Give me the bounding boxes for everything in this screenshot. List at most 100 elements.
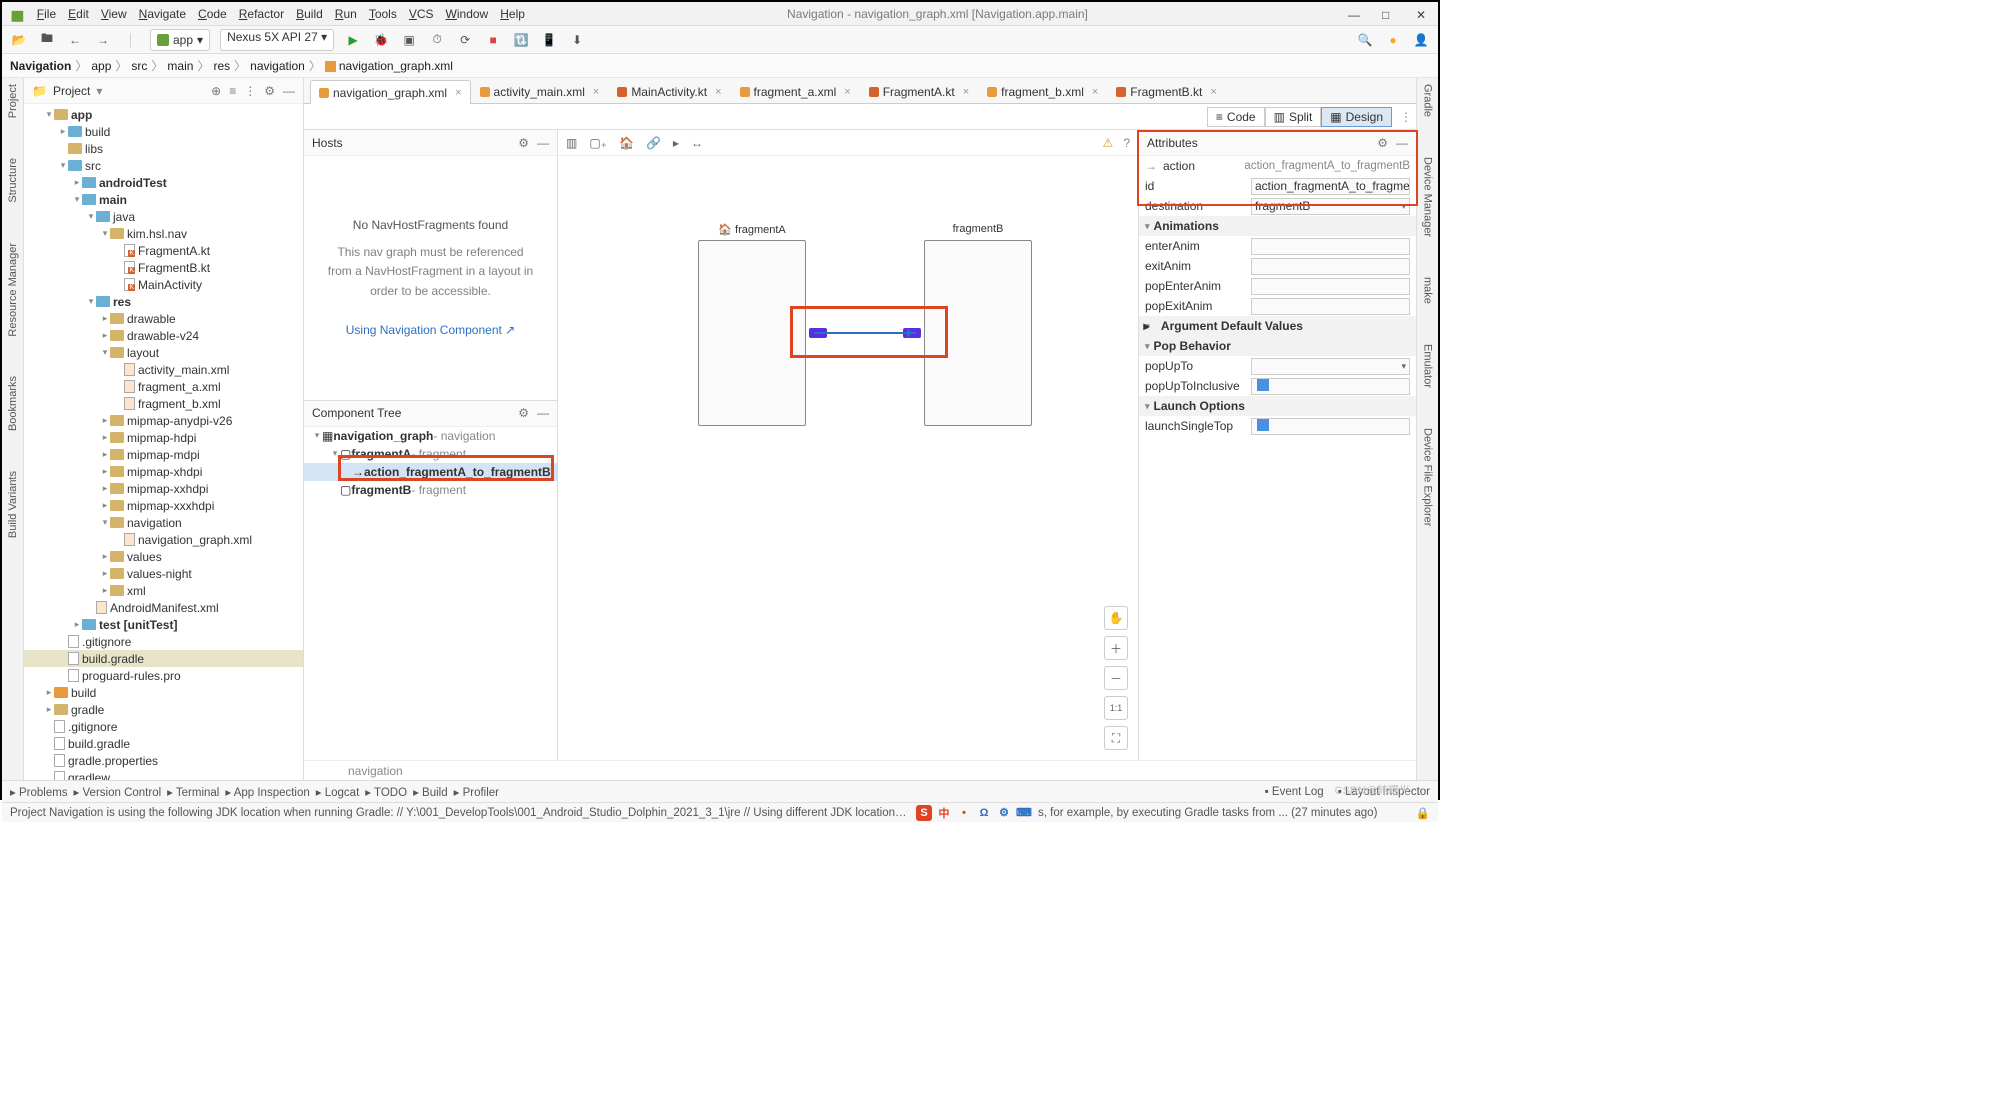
collapse-all-icon[interactable]: ≡ bbox=[229, 84, 236, 98]
tree-node[interactable]: ▸values bbox=[24, 548, 303, 565]
bottom-tab-terminal[interactable]: ▸ Terminal bbox=[167, 787, 219, 799]
close-tab-icon[interactable]: × bbox=[963, 86, 969, 98]
attr-popupto-field[interactable] bbox=[1251, 358, 1410, 375]
project-tree[interactable]: ▾app▸buildlibs▾src▸androidTest▾main▾java… bbox=[24, 104, 303, 780]
tree-node[interactable]: ▸build bbox=[24, 123, 303, 140]
tree-node[interactable]: ▾res bbox=[24, 293, 303, 310]
component-tree-collapse-icon[interactable]: — bbox=[537, 406, 549, 420]
tree-node[interactable]: ▸test [unitTest] bbox=[24, 616, 303, 633]
attr-argdefault-section[interactable]: ▸ Argument Default Values bbox=[1139, 316, 1416, 336]
coverage-button[interactable]: ▣ bbox=[400, 31, 418, 49]
menu-run[interactable]: Run bbox=[335, 7, 357, 21]
tree-node[interactable]: AndroidManifest.xml bbox=[24, 599, 303, 616]
tree-node[interactable]: ▸mipmap-xxhdpi bbox=[24, 480, 303, 497]
action-arrow[interactable] bbox=[814, 332, 916, 334]
minimize-button[interactable]: — bbox=[1348, 8, 1360, 20]
hosts-settings-icon[interactable]: ⚙ bbox=[518, 136, 529, 150]
bottom-tab-build[interactable]: ▸ Build bbox=[413, 787, 448, 799]
pan-tool-button[interactable]: ✋ bbox=[1104, 606, 1128, 630]
tree-node[interactable]: FragmentA.kt bbox=[24, 242, 303, 259]
back-icon[interactable]: ← bbox=[66, 31, 84, 49]
tree-node[interactable]: fragment_b.xml bbox=[24, 395, 303, 412]
menu-tools[interactable]: Tools bbox=[369, 7, 397, 21]
tabs-more-icon[interactable]: ⋮ bbox=[1400, 110, 1412, 124]
code-mode-button[interactable]: ≡ Code bbox=[1207, 107, 1265, 127]
design-mode-button[interactable]: ▦ Design bbox=[1321, 107, 1392, 127]
tree-node[interactable]: ▸xml bbox=[24, 582, 303, 599]
tree-node[interactable]: ▾layout bbox=[24, 344, 303, 361]
right-gutter-gradle[interactable]: Gradle bbox=[1422, 84, 1434, 117]
attr-launchsingletop-field[interactable] bbox=[1251, 418, 1410, 435]
tree-node[interactable]: ▸drawable-v24 bbox=[24, 327, 303, 344]
tree-node[interactable]: MainActivity bbox=[24, 276, 303, 293]
user-avatar-icon[interactable]: 👤 bbox=[1412, 31, 1430, 49]
link-icon[interactable]: 🔗 bbox=[646, 136, 661, 150]
component-tree-fragmentA[interactable]: ▾▢ fragmentA - fragment bbox=[304, 445, 557, 463]
project-scope-combo[interactable]: 📁 bbox=[32, 84, 47, 98]
editor-tab[interactable]: FragmentB.kt× bbox=[1107, 79, 1225, 103]
tree-node[interactable]: ▾main bbox=[24, 191, 303, 208]
attr-exitanim-field[interactable] bbox=[1251, 258, 1410, 275]
close-tab-icon[interactable]: × bbox=[715, 86, 721, 98]
menu-refactor[interactable]: Refactor bbox=[239, 7, 284, 21]
tree-node[interactable]: build.gradle bbox=[24, 735, 303, 752]
run-config-combo[interactable]: app ▾ bbox=[150, 29, 210, 51]
tree-node[interactable]: build.gradle bbox=[24, 650, 303, 667]
menu-vcs[interactable]: VCS bbox=[409, 7, 434, 21]
bottom-tab-event-log[interactable]: ▪ Event Log bbox=[1265, 786, 1324, 798]
bottom-tab-todo[interactable]: ▸ TODO bbox=[365, 787, 407, 799]
breadcrumb-segment[interactable]: Navigation bbox=[10, 59, 71, 73]
tree-node[interactable]: libs bbox=[24, 140, 303, 157]
profile-button[interactable]: ⏱ bbox=[428, 31, 446, 49]
avd-manager-button[interactable]: 📱 bbox=[540, 31, 558, 49]
locate-in-tree-icon[interactable]: ⊕ bbox=[211, 84, 221, 98]
component-tree-fragmentB[interactable]: ▢ fragmentB - fragment bbox=[304, 481, 557, 499]
tree-node[interactable]: .gitignore bbox=[24, 633, 303, 650]
close-button[interactable]: ✕ bbox=[1416, 8, 1428, 20]
zoom-1-1-button[interactable]: 1:1 bbox=[1104, 696, 1128, 720]
editor-tab[interactable]: fragment_a.xml× bbox=[731, 79, 860, 103]
tree-node[interactable]: ▸values-night bbox=[24, 565, 303, 582]
component-tree-root[interactable]: ▾▦ navigation_graph - navigation bbox=[304, 427, 557, 445]
zoom-fit-button[interactable]: ⛶ bbox=[1104, 726, 1128, 750]
attr-animations-section[interactable]: Animations bbox=[1139, 216, 1416, 236]
menu-edit[interactable]: Edit bbox=[68, 7, 89, 21]
close-tab-icon[interactable]: × bbox=[593, 86, 599, 98]
breadcrumb-segment[interactable]: navigation_graph.xml bbox=[325, 59, 453, 73]
editor-tab[interactable]: fragment_b.xml× bbox=[978, 79, 1107, 103]
breadcrumb-segment[interactable]: navigation bbox=[250, 59, 305, 73]
tree-node[interactable]: ▸gradle bbox=[24, 701, 303, 718]
tree-node[interactable]: ▸mipmap-mdpi bbox=[24, 446, 303, 463]
split-mode-button[interactable]: ▥ Split bbox=[1265, 107, 1322, 127]
expand-all-icon[interactable]: ⋮ bbox=[244, 84, 256, 98]
breadcrumb-segment[interactable]: app bbox=[91, 59, 111, 73]
stop-button[interactable]: ■ bbox=[484, 31, 502, 49]
settings-icon[interactable]: ⚙ bbox=[264, 84, 275, 98]
tree-node[interactable]: ▾navigation bbox=[24, 514, 303, 531]
left-gutter-project[interactable]: Project bbox=[7, 84, 19, 118]
warnings-icon[interactable]: ⚠ bbox=[1103, 136, 1114, 150]
tree-node[interactable]: ▾src bbox=[24, 157, 303, 174]
auto-arrange-icon[interactable]: ↔ bbox=[691, 136, 703, 150]
tree-node[interactable]: ▸drawable bbox=[24, 310, 303, 327]
tree-node[interactable]: ▾java bbox=[24, 208, 303, 225]
bottom-tab-problems[interactable]: ▸ Problems bbox=[10, 787, 68, 799]
component-tree-settings-icon[interactable]: ⚙ bbox=[518, 406, 529, 420]
fragmentA-node[interactable]: 🏠 fragmentA bbox=[698, 240, 806, 426]
attr-popexitanim-field[interactable] bbox=[1251, 298, 1410, 315]
tree-node[interactable]: ▸androidTest bbox=[24, 174, 303, 191]
menu-build[interactable]: Build bbox=[296, 7, 323, 21]
close-tab-icon[interactable]: × bbox=[844, 86, 850, 98]
bottom-tab-profiler[interactable]: ▸ Profiler bbox=[454, 787, 499, 799]
menu-window[interactable]: Window bbox=[446, 7, 489, 21]
attr-popuptoinclusive-field[interactable] bbox=[1251, 378, 1410, 395]
new-dest-icon[interactable]: ▢₊ bbox=[589, 136, 607, 150]
hosts-collapse-icon[interactable]: — bbox=[537, 136, 549, 150]
editor-tab[interactable]: activity_main.xml× bbox=[471, 79, 609, 103]
right-gutter-device-manager[interactable]: Device Manager bbox=[1422, 157, 1434, 237]
save-icon[interactable]: 🖿 bbox=[38, 31, 56, 49]
attr-launchoptions-section[interactable]: Launch Options bbox=[1139, 396, 1416, 416]
debug-button[interactable]: 🐞 bbox=[372, 31, 390, 49]
component-tree-action[interactable]: → action_fragmentA_to_fragmentB - action bbox=[304, 463, 557, 481]
menu-file[interactable]: File bbox=[37, 7, 56, 21]
